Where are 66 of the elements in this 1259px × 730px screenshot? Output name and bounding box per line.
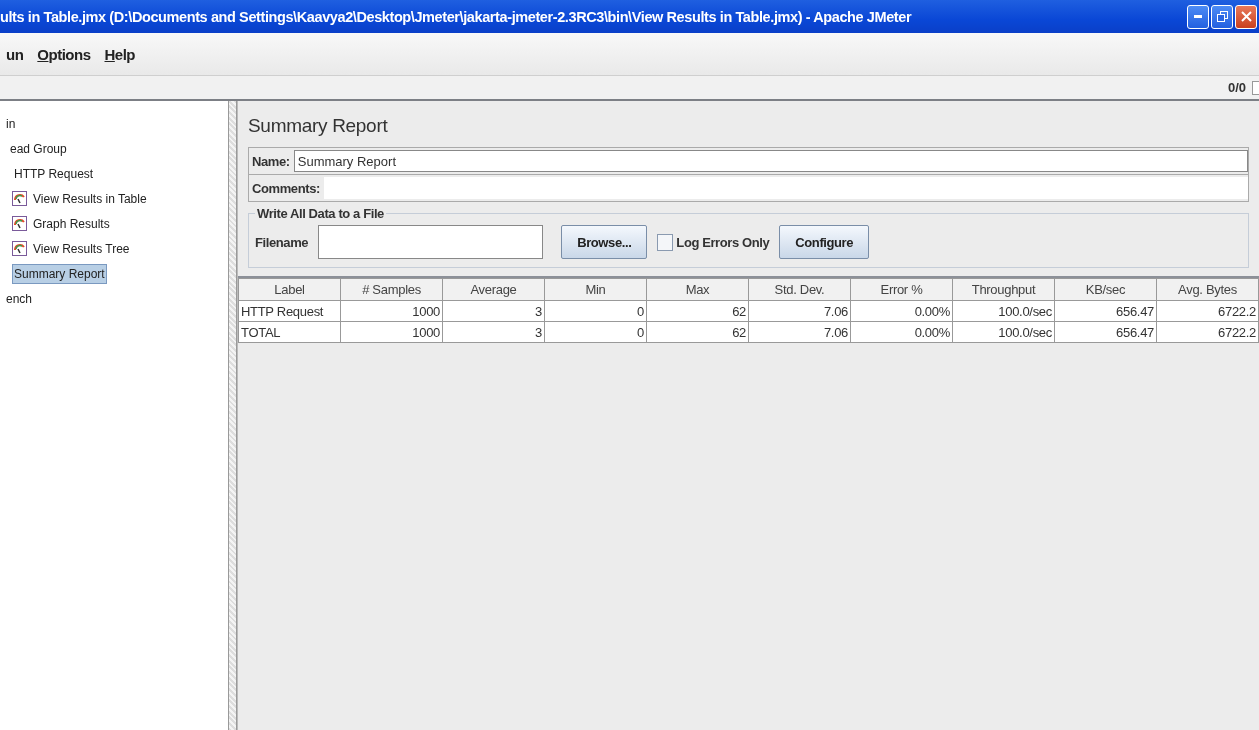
menu-item[interactable]: Help — [104, 45, 136, 63]
chart-icon — [12, 191, 27, 206]
filename-label: Filename — [255, 234, 309, 250]
column-header[interactable]: Max — [646, 278, 749, 301]
minimize-icon — [1194, 15, 1202, 18]
table-cell: 7.06 — [748, 300, 851, 322]
table-cell: 6722.2 — [1156, 300, 1259, 322]
column-header[interactable]: Average — [442, 278, 545, 301]
column-header[interactable]: Avg. Bytes — [1156, 278, 1259, 301]
table-cell: 62 — [646, 300, 749, 322]
restore-icon — [1216, 11, 1228, 22]
name-field[interactable]: Summary Report — [293, 150, 1248, 172]
counter: 0/0 — [1227, 80, 1246, 95]
splitter[interactable] — [229, 101, 237, 730]
table-cell: 0.00% — [850, 321, 953, 343]
table-cell: 62 — [646, 321, 749, 343]
table-cell: 100.0/sec — [952, 321, 1055, 343]
table-cell: 1000 — [340, 321, 443, 343]
restore-button[interactable] — [1211, 4, 1233, 29]
column-header[interactable]: KB/sec — [1054, 278, 1157, 301]
panel-title: Summary Report — [248, 115, 389, 137]
status-box — [1252, 80, 1259, 95]
table-cell: TOTAL — [238, 321, 341, 343]
table-cell: 100.0/sec — [952, 300, 1055, 322]
column-header[interactable]: Label — [238, 278, 341, 301]
minimize-button[interactable] — [1187, 4, 1209, 29]
tree-item[interactable]: HTTP Request — [12, 163, 96, 184]
table-cell: 0 — [544, 300, 647, 322]
table-cell: 1000 — [340, 300, 443, 322]
comments-field[interactable] — [323, 177, 1248, 199]
table-cell: 656.47 — [1054, 300, 1157, 322]
menu-item[interactable]: un — [6, 45, 24, 63]
comments-label: Comments: — [252, 180, 320, 196]
table-cell: 0.00% — [850, 300, 953, 322]
menu-item[interactable]: Options — [37, 45, 91, 63]
table-cell: 656.47 — [1054, 321, 1157, 343]
tree-item[interactable]: ench — [4, 288, 35, 309]
log-errors-label: Log Errors Only — [676, 234, 770, 250]
chart-icon — [12, 241, 27, 256]
tree-item[interactable]: Summary Report — [12, 263, 107, 284]
table-cell: 3 — [442, 300, 545, 322]
window-title: ults in Table.jmx (D:\Documents and Settings\Kaavya2\Desktop\Jmeter\jakarta-jmeter-2.3RC3\bin\View Results in Table.jmx) - Apache JMeter — [0, 8, 912, 25]
table-cell: 6722.2 — [1156, 321, 1259, 343]
browse-button[interactable]: Browse... — [561, 225, 648, 259]
table-cell: 7.06 — [748, 321, 851, 343]
tree-item[interactable]: ead Group — [8, 138, 69, 159]
tree-item[interactable]: View Results Tree — [31, 238, 132, 259]
configure-button[interactable]: Configure — [779, 225, 870, 259]
close-button[interactable] — [1235, 4, 1257, 29]
name-label: Name: — [252, 153, 290, 169]
filename-field[interactable] — [318, 225, 544, 259]
column-header[interactable]: Std. Dev. — [748, 278, 851, 301]
chart-icon — [12, 216, 27, 231]
column-header[interactable]: Min — [544, 278, 647, 301]
log-errors-checkbox[interactable] — [657, 233, 674, 251]
tree-item[interactable]: View Results in Table — [31, 188, 149, 209]
close-icon — [1240, 11, 1252, 22]
column-header[interactable]: Throughput — [952, 278, 1055, 301]
group-title: Write All Data to a File — [256, 206, 385, 221]
table-cell: 3 — [442, 321, 545, 343]
column-header[interactable]: # Samples — [340, 278, 443, 301]
column-header[interactable]: Error % — [850, 278, 953, 301]
tree-item[interactable]: Graph Results — [31, 213, 112, 234]
table-cell: HTTP Request — [238, 300, 341, 322]
tree-item[interactable]: in — [4, 113, 18, 134]
table-cell: 0 — [544, 321, 647, 343]
